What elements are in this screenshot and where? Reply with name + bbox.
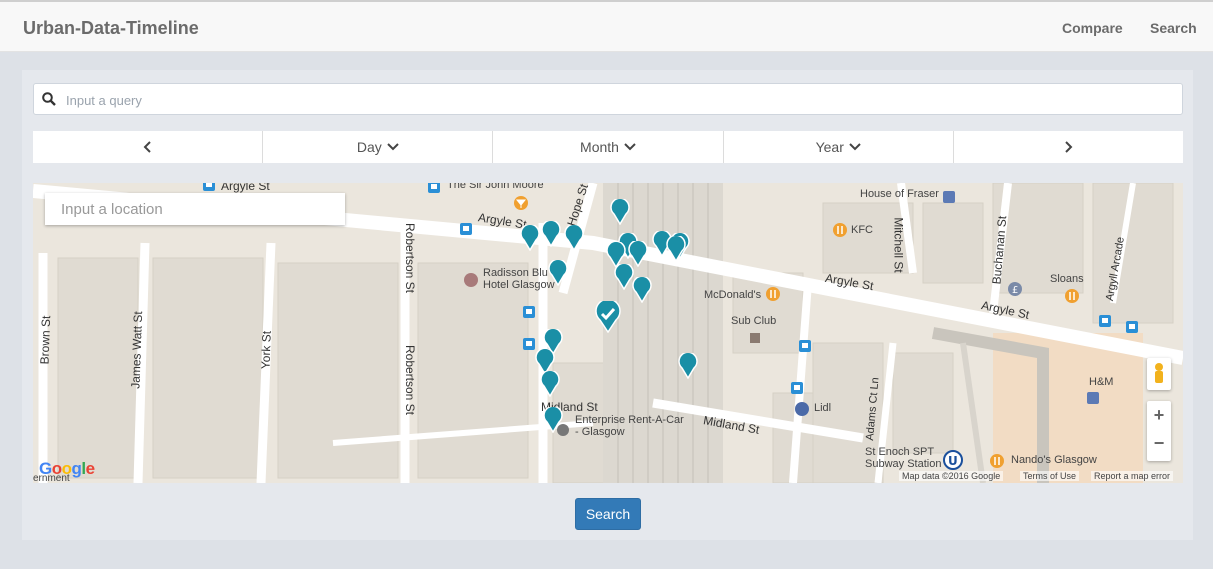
subway-icon: U — [943, 450, 963, 470]
svg-text:U: U — [948, 454, 958, 468]
street-label: Robertson St — [403, 344, 418, 416]
search-button[interactable]: Search — [575, 498, 641, 530]
bus-stop-icon — [460, 223, 472, 235]
shopping-cart-icon — [795, 402, 809, 416]
day-label: Day — [356, 139, 382, 155]
map-attribution: Map data ©2016 Google — [899, 471, 1004, 481]
bus-stop-icon — [791, 382, 803, 394]
bus-stop-icon — [1099, 315, 1111, 327]
map-marker[interactable] — [614, 264, 634, 290]
restaurant-icon — [990, 454, 1004, 468]
date-navigation: Day Month Year — [33, 131, 1183, 163]
street-view-pegman[interactable] — [1147, 358, 1171, 390]
place-label: Sloans — [1050, 273, 1084, 285]
street-label: Robertson St — [403, 222, 418, 294]
map-marker[interactable] — [632, 277, 652, 303]
street-label: James Watt St — [128, 310, 146, 390]
map-marker[interactable] — [666, 236, 686, 262]
query-input[interactable] — [64, 90, 1168, 110]
day-dropdown[interactable]: Day — [263, 131, 494, 163]
month-dropdown[interactable]: Month — [493, 131, 724, 163]
location-search-box — [45, 193, 345, 225]
place-label: Nando's Glasgow — [1011, 454, 1097, 466]
chevron-down-icon — [624, 143, 636, 151]
nav-compare[interactable]: Compare — [1062, 20, 1123, 36]
restaurant-icon — [766, 287, 780, 301]
shopping-bag-icon — [1087, 392, 1099, 404]
pegman-icon — [1155, 363, 1163, 383]
street-label: Mitchell St — [891, 217, 906, 273]
chevron-down-icon — [387, 143, 399, 151]
shopping-bag-icon — [943, 191, 955, 203]
place-label: The Sir John Moore — [447, 183, 544, 191]
map[interactable]: Argyle St Argyle St Argyle St Argyle St … — [33, 183, 1183, 483]
query-bar — [33, 83, 1183, 115]
street-label: Argyle St — [221, 183, 270, 193]
chevron-down-icon — [849, 143, 861, 151]
map-marker[interactable] — [540, 371, 560, 397]
bus-stop-icon — [428, 183, 440, 193]
nav-search[interactable]: Search — [1150, 20, 1197, 36]
next-button[interactable] — [954, 131, 1183, 163]
bus-stop-icon — [799, 340, 811, 352]
report-error-link[interactable]: Report a map error — [1091, 471, 1174, 481]
restaurant-icon — [1065, 289, 1079, 303]
club-icon — [750, 333, 760, 343]
zoom-in-button[interactable]: + — [1147, 401, 1171, 429]
place-label: McDonald's — [704, 289, 762, 301]
place-label: House of Fraser — [860, 188, 939, 200]
place-label: H&M — [1089, 376, 1114, 388]
year-dropdown[interactable]: Year — [724, 131, 954, 163]
restaurant-icon — [833, 223, 847, 237]
navbar: Urban-Data-Timeline Compare Search — [0, 0, 1213, 52]
street-label: York St — [258, 330, 274, 370]
bar-icon — [514, 196, 528, 210]
svg-text:£: £ — [1012, 285, 1018, 296]
map-marker[interactable] — [610, 199, 630, 225]
prev-button[interactable] — [33, 131, 264, 163]
place-label: Sub Club — [731, 315, 777, 327]
map-marker[interactable] — [564, 225, 584, 251]
bus-stop-icon — [203, 183, 215, 191]
zoom-out-button[interactable]: − — [1147, 429, 1171, 457]
place-label: Lidl — [814, 402, 832, 414]
bus-stop-icon — [1126, 321, 1138, 333]
chevron-left-icon — [143, 141, 151, 153]
location-input[interactable] — [59, 193, 343, 225]
google-logo: Google — [39, 459, 95, 478]
month-label: Month — [580, 139, 619, 155]
hotel-icon — [464, 273, 478, 287]
place-label: KFC — [851, 224, 873, 236]
brand[interactable]: Urban-Data-Timeline — [23, 18, 199, 39]
currency-icon: £ — [1008, 282, 1022, 296]
map-marker[interactable] — [548, 260, 568, 286]
map-marker[interactable] — [543, 407, 563, 433]
terms-link[interactable]: Terms of Use — [1020, 471, 1080, 481]
bus-stop-icon — [523, 306, 535, 318]
place-label: St Enoch SPT Subway Station — [865, 446, 942, 470]
chevron-right-icon — [1065, 141, 1073, 153]
map-background — [33, 183, 1183, 483]
street-label: Brown St — [37, 315, 54, 365]
zoom-control: + − — [1147, 401, 1171, 461]
place-label: Enterprise Rent-A-Car - Glasgow — [575, 414, 684, 438]
year-label: Year — [815, 139, 844, 155]
bus-stop-icon — [523, 338, 535, 350]
map-marker[interactable] — [541, 221, 561, 247]
map-marker[interactable] — [678, 353, 698, 379]
map-marker[interactable] — [520, 225, 540, 251]
selected-marker-check-icon[interactable] — [595, 301, 621, 333]
search-icon — [42, 92, 56, 106]
